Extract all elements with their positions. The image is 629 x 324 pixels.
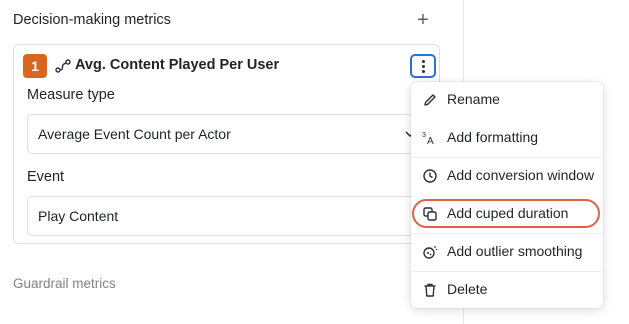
event-value: Play Content bbox=[38, 208, 119, 224]
measure-type-value: Average Event Count per Actor bbox=[38, 126, 231, 142]
svg-text:3: 3 bbox=[422, 132, 426, 139]
sparkle-circle-icon bbox=[423, 246, 438, 259]
metric-options-button[interactable] bbox=[410, 54, 436, 78]
metric-options-menu: Rename 3 A Add formatting Add conversion… bbox=[411, 82, 603, 308]
menu-item-label: Add formatting bbox=[447, 129, 539, 145]
menu-item-label: Delete bbox=[447, 281, 488, 297]
menu-item-add-outlier-smoothing[interactable]: Add outlier smoothing bbox=[411, 237, 603, 267]
menu-item-label: Add conversion window bbox=[447, 167, 595, 183]
event-label: Event bbox=[27, 169, 65, 185]
menu-item-add-conversion-window[interactable]: Add conversion window bbox=[411, 161, 603, 191]
metric-number-badge: 1 bbox=[23, 54, 47, 78]
guardrail-section-title: Guardrail metrics bbox=[13, 276, 116, 291]
funnel-path-icon bbox=[55, 59, 71, 73]
menu-divider bbox=[411, 157, 603, 158]
metric-name: Avg. Content Played Per User bbox=[75, 57, 280, 73]
trash-icon bbox=[424, 283, 436, 297]
pencil-icon bbox=[424, 94, 436, 106]
measure-type-select[interactable]: Average Event Count per Actor bbox=[27, 114, 425, 154]
menu-divider bbox=[411, 271, 603, 272]
menu-item-add-cuped-duration[interactable]: Add cuped duration bbox=[411, 199, 603, 229]
menu-item-label: Add outlier smoothing bbox=[447, 243, 583, 259]
add-metric-plus-icon[interactable]: + bbox=[414, 9, 432, 31]
menu-item-label: Add cuped duration bbox=[447, 205, 569, 221]
metrics-panel: Decision-making metrics + 1 Avg. Content… bbox=[0, 0, 464, 324]
menu-item-rename[interactable]: Rename bbox=[411, 85, 603, 115]
svg-text:A: A bbox=[427, 136, 434, 146]
superscript-format-icon: 3 A bbox=[422, 132, 434, 146]
measure-type-label: Measure type bbox=[27, 87, 115, 103]
kebab-dot-icon bbox=[421, 64, 425, 68]
menu-item-label: Rename bbox=[447, 91, 500, 107]
menu-divider bbox=[411, 233, 603, 234]
section-title: Decision-making metrics bbox=[13, 12, 171, 28]
clock-icon bbox=[423, 169, 437, 183]
menu-item-delete[interactable]: Delete bbox=[411, 275, 603, 305]
kebab-dot-icon bbox=[421, 69, 425, 73]
menu-item-add-formatting[interactable]: 3 A Add formatting bbox=[411, 123, 603, 153]
copy-squares-icon bbox=[423, 207, 437, 221]
event-field[interactable]: Play Content bbox=[27, 196, 425, 236]
metric-card: 1 Avg. Content Played Per User Measure t… bbox=[13, 44, 440, 244]
kebab-dot-icon bbox=[421, 59, 425, 63]
